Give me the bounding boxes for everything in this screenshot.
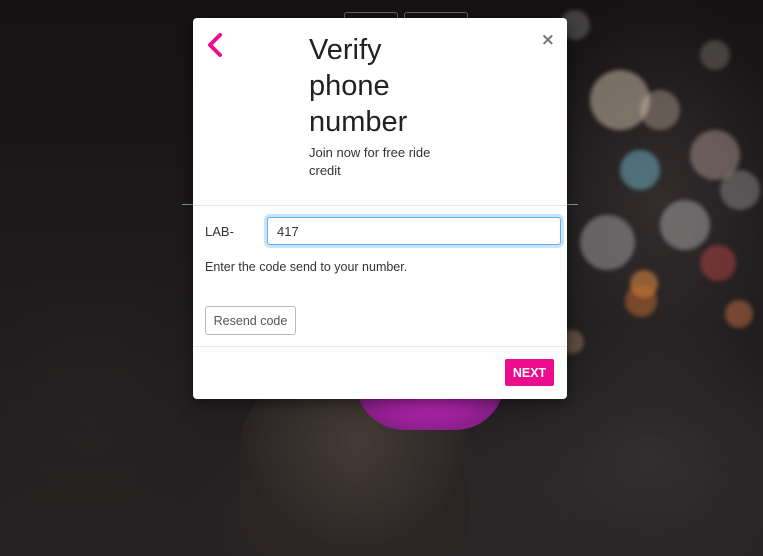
- bokeh-light: [640, 90, 680, 130]
- modal-title: Verify phone number: [309, 34, 408, 138]
- bokeh-light: [700, 40, 730, 70]
- header-divider: [193, 205, 567, 206]
- verification-code-input[interactable]: [267, 217, 561, 245]
- bokeh-light: [700, 245, 736, 281]
- bokeh-light: [720, 170, 760, 210]
- chevron-left-icon: [208, 33, 222, 57]
- bokeh-light: [580, 215, 635, 270]
- footer-divider: [193, 346, 567, 347]
- modal-subtitle: Join now for free ride credit: [309, 145, 431, 178]
- next-button[interactable]: NEXT: [505, 359, 554, 386]
- bokeh-light: [620, 150, 660, 190]
- close-button[interactable]: ×: [541, 32, 555, 49]
- bokeh-light: [625, 285, 657, 317]
- back-button[interactable]: [205, 32, 225, 58]
- bokeh-light: [725, 300, 753, 328]
- code-prefix-label: LAB-: [205, 224, 234, 239]
- resend-code-button[interactable]: Resend code: [205, 306, 296, 335]
- code-help-text: Enter the code send to your number.: [205, 260, 408, 274]
- verify-phone-modal: × Verify phone number Join now for free …: [193, 18, 567, 399]
- bokeh-light: [590, 70, 650, 130]
- bokeh-light: [660, 200, 710, 250]
